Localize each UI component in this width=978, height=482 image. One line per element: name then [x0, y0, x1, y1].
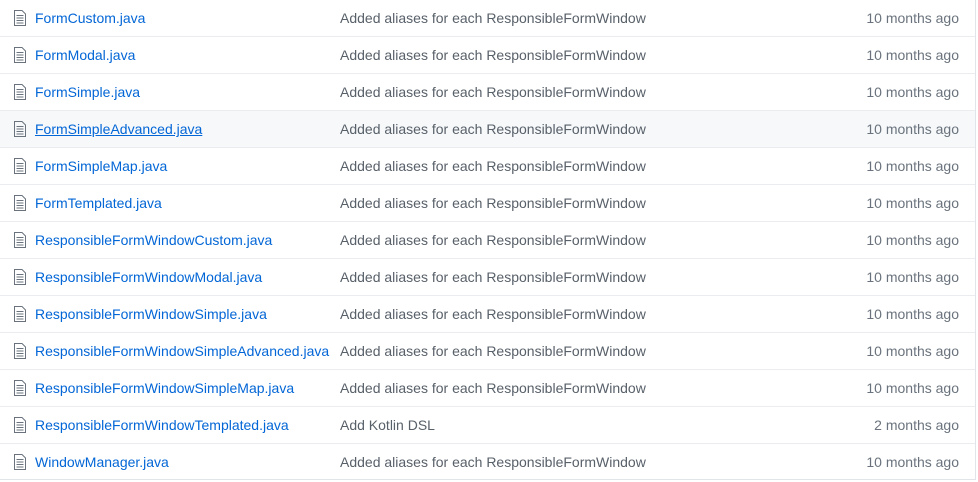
- commit-message-link[interactable]: Added aliases for each ResponsibleFormWi…: [340, 269, 646, 285]
- file-icon: [14, 195, 26, 211]
- file-name-link[interactable]: FormCustom.java: [35, 10, 145, 26]
- file-icon: [14, 454, 26, 470]
- file-name-link[interactable]: FormModal.java: [35, 47, 135, 63]
- file-row[interactable]: FormCustom.java Added aliases for each R…: [0, 0, 975, 36]
- file-icon: [14, 10, 26, 26]
- commit-age: 2 months ago: [874, 417, 959, 433]
- commit-message-link[interactable]: Added aliases for each ResponsibleFormWi…: [340, 84, 646, 100]
- file-name-link[interactable]: FormSimpleMap.java: [35, 158, 167, 174]
- file-icon: [14, 269, 26, 285]
- file-name-link[interactable]: ResponsibleFormWindowSimple.java: [35, 306, 267, 322]
- file-name-link[interactable]: ResponsibleFormWindowModal.java: [35, 269, 262, 285]
- file-icon: [14, 121, 26, 137]
- commit-age: 10 months ago: [866, 84, 959, 100]
- file-name-link[interactable]: ResponsibleFormWindowSimpleMap.java: [35, 380, 294, 396]
- file-icon: [14, 306, 26, 322]
- commit-age: 10 months ago: [866, 47, 959, 63]
- commit-message-link[interactable]: Added aliases for each ResponsibleFormWi…: [340, 158, 646, 174]
- file-name-link[interactable]: ResponsibleFormWindowTemplated.java: [35, 417, 289, 433]
- file-icon: [14, 232, 26, 248]
- commit-age: 10 months ago: [866, 232, 959, 248]
- file-name-link[interactable]: ResponsibleFormWindowCustom.java: [35, 232, 272, 248]
- file-row[interactable]: ResponsibleFormWindowModal.java Added al…: [0, 258, 975, 295]
- file-row[interactable]: ResponsibleFormWindowCustom.java Added a…: [0, 221, 975, 258]
- file-row[interactable]: ResponsibleFormWindowTemplated.java Add …: [0, 406, 975, 443]
- file-icon: [14, 380, 26, 396]
- commit-age: 10 months ago: [866, 306, 959, 322]
- file-icon: [14, 343, 26, 359]
- file-icon: [14, 47, 26, 63]
- file-name-link[interactable]: ResponsibleFormWindowSimpleAdvanced.java: [35, 343, 329, 359]
- file-row[interactable]: FormSimpleAdvanced.java Added aliases fo…: [0, 110, 975, 147]
- file-name-link[interactable]: WindowManager.java: [35, 454, 169, 470]
- file-icon: [14, 417, 26, 433]
- commit-age: 10 months ago: [866, 195, 959, 211]
- file-row[interactable]: FormSimple.java Added aliases for each R…: [0, 73, 975, 110]
- commit-age: 10 months ago: [866, 121, 959, 137]
- commit-message-link[interactable]: Added aliases for each ResponsibleFormWi…: [340, 343, 646, 359]
- commit-message-link[interactable]: Added aliases for each ResponsibleFormWi…: [340, 10, 646, 26]
- file-row[interactable]: ResponsibleFormWindowSimpleMap.java Adde…: [0, 369, 975, 406]
- file-list: FormCustom.java Added aliases for each R…: [0, 0, 976, 480]
- commit-message-link[interactable]: Added aliases for each ResponsibleFormWi…: [340, 47, 646, 63]
- commit-age: 10 months ago: [866, 10, 959, 26]
- commit-age: 10 months ago: [866, 158, 959, 174]
- commit-age: 10 months ago: [866, 380, 959, 396]
- file-name-link[interactable]: FormSimple.java: [35, 84, 140, 100]
- file-row[interactable]: FormTemplated.java Added aliases for eac…: [0, 184, 975, 221]
- file-row[interactable]: ResponsibleFormWindowSimple.java Added a…: [0, 295, 975, 332]
- file-name-link[interactable]: FormSimpleAdvanced.java: [35, 121, 202, 137]
- commit-message-link[interactable]: Added aliases for each ResponsibleFormWi…: [340, 380, 646, 396]
- file-row[interactable]: ResponsibleFormWindowSimpleAdvanced.java…: [0, 332, 975, 369]
- commit-age: 10 months ago: [866, 454, 959, 470]
- file-row[interactable]: WindowManager.java Added aliases for eac…: [0, 443, 975, 480]
- file-icon: [14, 84, 26, 100]
- file-icon: [14, 158, 26, 174]
- commit-message-link[interactable]: Added aliases for each ResponsibleFormWi…: [340, 306, 646, 322]
- commit-message-link[interactable]: Added aliases for each ResponsibleFormWi…: [340, 454, 646, 470]
- commit-age: 10 months ago: [866, 269, 959, 285]
- file-name-link[interactable]: FormTemplated.java: [35, 195, 162, 211]
- commit-age: 10 months ago: [866, 343, 959, 359]
- commit-message-link[interactable]: Added aliases for each ResponsibleFormWi…: [340, 121, 646, 137]
- file-row[interactable]: FormSimpleMap.java Added aliases for eac…: [0, 147, 975, 184]
- commit-message-link[interactable]: Added aliases for each ResponsibleFormWi…: [340, 232, 646, 248]
- commit-message-link[interactable]: Add Kotlin DSL: [340, 417, 435, 433]
- commit-message-link[interactable]: Added aliases for each ResponsibleFormWi…: [340, 195, 646, 211]
- file-row[interactable]: FormModal.java Added aliases for each Re…: [0, 36, 975, 73]
